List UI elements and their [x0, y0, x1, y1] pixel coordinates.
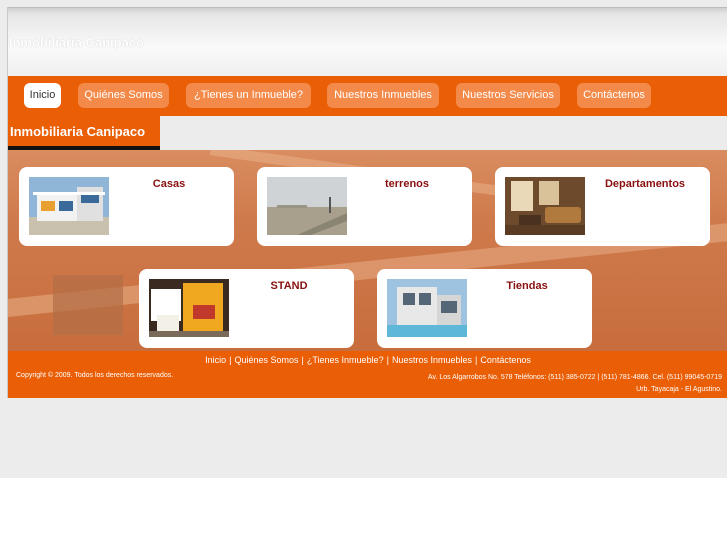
section-title-tab: Inmobiliaria Canipaco [8, 116, 160, 150]
footer-link-quienes-somos[interactable]: Quiénes Somos [234, 355, 298, 365]
footer: Inicio | Quiénes Somos | ¿Tienes Inmueble? | N… [8, 351, 727, 398]
nav-item-quienes-somos[interactable]: Quiénes Somos [78, 83, 169, 108]
category-label[interactable]: terrenos [352, 178, 462, 190]
land-photo[interactable] [267, 177, 347, 235]
category-label[interactable]: Departamentos [590, 178, 700, 190]
store-photo[interactable] [387, 279, 467, 337]
section-title: Inmobiliaria Canipaco [10, 124, 146, 139]
stand-photo[interactable] [149, 279, 229, 337]
apartment-photo[interactable] [505, 177, 585, 235]
nav-item-tienes-inmueble[interactable]: ¿Tienes un Inmueble? [186, 83, 311, 108]
footer-separator: | [386, 355, 389, 365]
footer-link-tienes-inmueble[interactable]: ¿Tienes Inmueble? [307, 355, 384, 365]
category-label[interactable]: Tiendas [472, 280, 582, 292]
category-card-tiendas[interactable]: Tiendas [377, 269, 592, 348]
section-title-bar: Inmobiliaria Canipaco [8, 116, 727, 150]
category-label[interactable]: STAND [234, 280, 344, 292]
footer-link-nuestros-inmuebles[interactable]: Nuestros Inmuebles [392, 355, 472, 365]
copyright-text: Copyright © 2009. Todos los derechos res… [16, 372, 174, 379]
address-block: Av. Los Algarrobos No. 578 Teléfonos: (5… [428, 372, 722, 396]
house-photo[interactable] [29, 177, 109, 235]
main-nav: Inicio Quiénes Somos ¿Tienes un Inmueble… [8, 76, 727, 116]
nav-item-contactenos[interactable]: Contáctenos [577, 83, 651, 108]
category-card-casas[interactable]: Casas [19, 167, 234, 246]
site-frame: Inmobiliaria Canipaco Inicio Quiénes Som… [7, 7, 727, 398]
category-label[interactable]: Casas [114, 178, 224, 190]
site-title: Inmobiliaria Canipaco [9, 35, 145, 50]
header: Inmobiliaria Canipaco [8, 7, 727, 77]
categories-banner: Casas terrenos Departamentos STAND Tiend… [8, 150, 727, 351]
nav-item-nuestros-servicios[interactable]: Nuestros Servicios [456, 83, 560, 108]
category-card-departamentos[interactable]: Departamentos [495, 167, 710, 246]
address-line: Av. Los Algarrobos No. 578 Teléfonos: (5… [427, 374, 722, 381]
nav-item-inicio[interactable]: Inicio [24, 83, 61, 108]
nav-item-nuestros-inmuebles[interactable]: Nuestros Inmuebles [327, 83, 439, 108]
footer-link-contactenos[interactable]: Contáctenos [480, 355, 531, 365]
category-card-stand[interactable]: STAND [139, 269, 354, 348]
category-card-terrenos[interactable]: terrenos [257, 167, 472, 246]
footer-links: Inicio | Quiénes Somos | ¿Tienes Inmueble? | N… [8, 355, 727, 365]
address-line: Urb. Tayacaja - El Agustino. [636, 386, 722, 393]
footer-separator: | [229, 355, 232, 365]
footer-separator: | [474, 355, 478, 365]
banner-background-building [53, 275, 123, 335]
footer-link-inicio[interactable]: Inicio [205, 355, 226, 365]
footer-separator: | [301, 355, 304, 365]
